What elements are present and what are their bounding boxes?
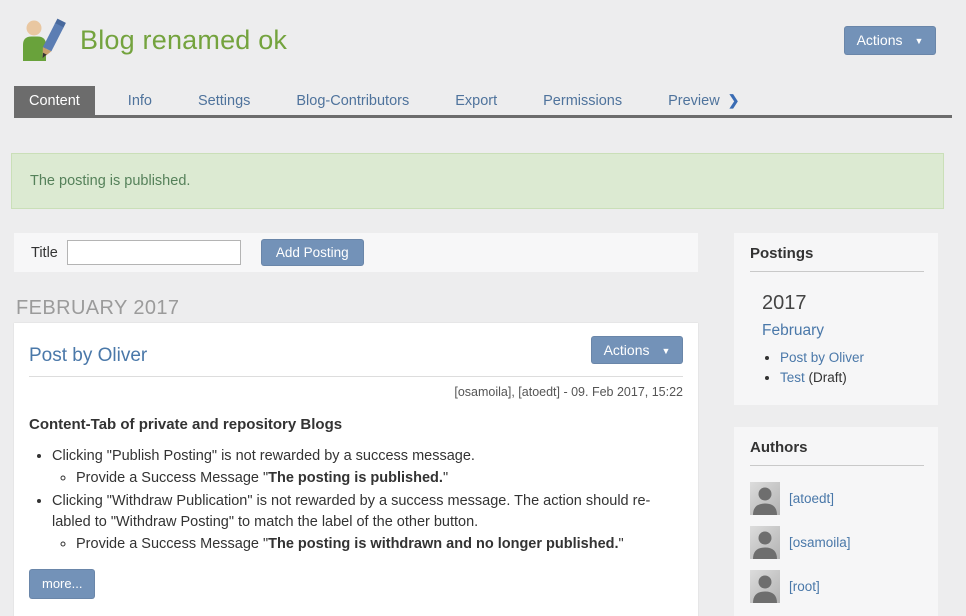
caret-down-icon: ▼ (662, 346, 671, 356)
post-header: Post by Oliver Actions ▼ (29, 336, 683, 367)
postings-title: Postings (750, 245, 924, 272)
postings-year: 2017 (762, 292, 924, 315)
tab-permissions[interactable]: Permissions (528, 86, 637, 115)
more-button[interactable]: more... (29, 569, 95, 599)
page-header: Blog renamed ok Actions ▼ (0, 0, 966, 62)
caret-down-icon: ▼ (915, 36, 924, 46)
post-meta: [osamoila], [atoedt] - 09. Feb 2017, 15:… (29, 385, 683, 399)
posting-link[interactable]: Post by Oliver (780, 350, 864, 365)
post-sub-bullet: Provide a Success Message "The posting i… (76, 534, 683, 555)
author-row: [osamoila] (750, 526, 924, 559)
post-actions-label: Actions (604, 342, 650, 358)
post-body-heading: Content-Tab of private and repository Bl… (29, 416, 683, 433)
authors-title: Authors (750, 439, 924, 466)
posting-list-item: Test (Draft) (780, 368, 924, 388)
postings-month-link[interactable]: February (762, 322, 924, 340)
month-heading: FEBRUARY 2017 (16, 297, 698, 320)
post-bullet: Clicking "Withdraw Publication" is not r… (52, 491, 683, 555)
posting-list-item: Post by Oliver (780, 348, 924, 368)
author-avatar (750, 526, 780, 559)
post-title-link[interactable]: Post by Oliver (29, 345, 147, 367)
author-link[interactable]: [osamoila] (789, 535, 851, 550)
tab-blog-contributors[interactable]: Blog-Contributors (281, 86, 424, 115)
content-layout: Title Add Posting FEBRUARY 2017 Post by … (14, 233, 966, 616)
add-posting-form: Title Add Posting (14, 233, 698, 272)
tab-settings[interactable]: Settings (183, 86, 265, 115)
header-actions-label: Actions (857, 32, 903, 48)
post-actions-button[interactable]: Actions ▼ (591, 336, 683, 364)
post-sub-bullet: Provide a Success Message "The posting i… (76, 468, 683, 489)
postings-box: Postings 2017 February Post by Oliver Tes… (734, 233, 938, 405)
postings-list: Post by Oliver Test (Draft) (780, 348, 924, 389)
main-column: Title Add Posting FEBRUARY 2017 Post by … (14, 233, 698, 616)
page-title: Blog renamed ok (80, 25, 287, 56)
author-row: [atoedt] (750, 482, 924, 515)
author-link[interactable]: [root] (789, 579, 820, 594)
success-message-text: The posting is published. (30, 173, 190, 189)
post-bullet-list: Clicking "Publish Posting" is not reward… (52, 446, 683, 555)
author-avatar (750, 570, 780, 603)
tab-content[interactable]: Content (14, 86, 95, 115)
tab-preview[interactable]: Preview❯ (653, 85, 754, 115)
sidebar: Postings 2017 February Post by Oliver Tes… (734, 233, 938, 616)
post-card: Post by Oliver Actions ▼ [osamoila], [at… (14, 323, 698, 616)
add-posting-button[interactable]: Add Posting (261, 239, 364, 266)
post-bullet: Clicking "Publish Posting" is not reward… (52, 446, 683, 489)
tab-export[interactable]: Export (440, 86, 512, 115)
author-row: [root] (750, 570, 924, 603)
title-input[interactable] (67, 240, 241, 265)
blog-admin-page: Blog renamed ok Actions ▼ Content Info S… (0, 0, 966, 616)
tab-bar: Content Info Settings Blog-Contributors … (14, 85, 952, 118)
authors-list: [atoedt] [osamoila] [root] (750, 482, 924, 603)
header-actions-button[interactable]: Actions ▼ (844, 26, 936, 55)
posting-link[interactable]: Test (780, 370, 805, 385)
blog-author-pencil-icon (20, 18, 66, 62)
title-label: Title (31, 245, 58, 261)
author-avatar (750, 482, 780, 515)
success-message: The posting is published. (11, 153, 944, 209)
post-divider (29, 376, 683, 377)
chevron-right-icon: ❯ (728, 92, 740, 108)
tab-info[interactable]: Info (113, 86, 167, 115)
authors-box: Authors [atoedt] [osamoila] [root] (734, 427, 938, 616)
author-link[interactable]: [atoedt] (789, 491, 834, 506)
